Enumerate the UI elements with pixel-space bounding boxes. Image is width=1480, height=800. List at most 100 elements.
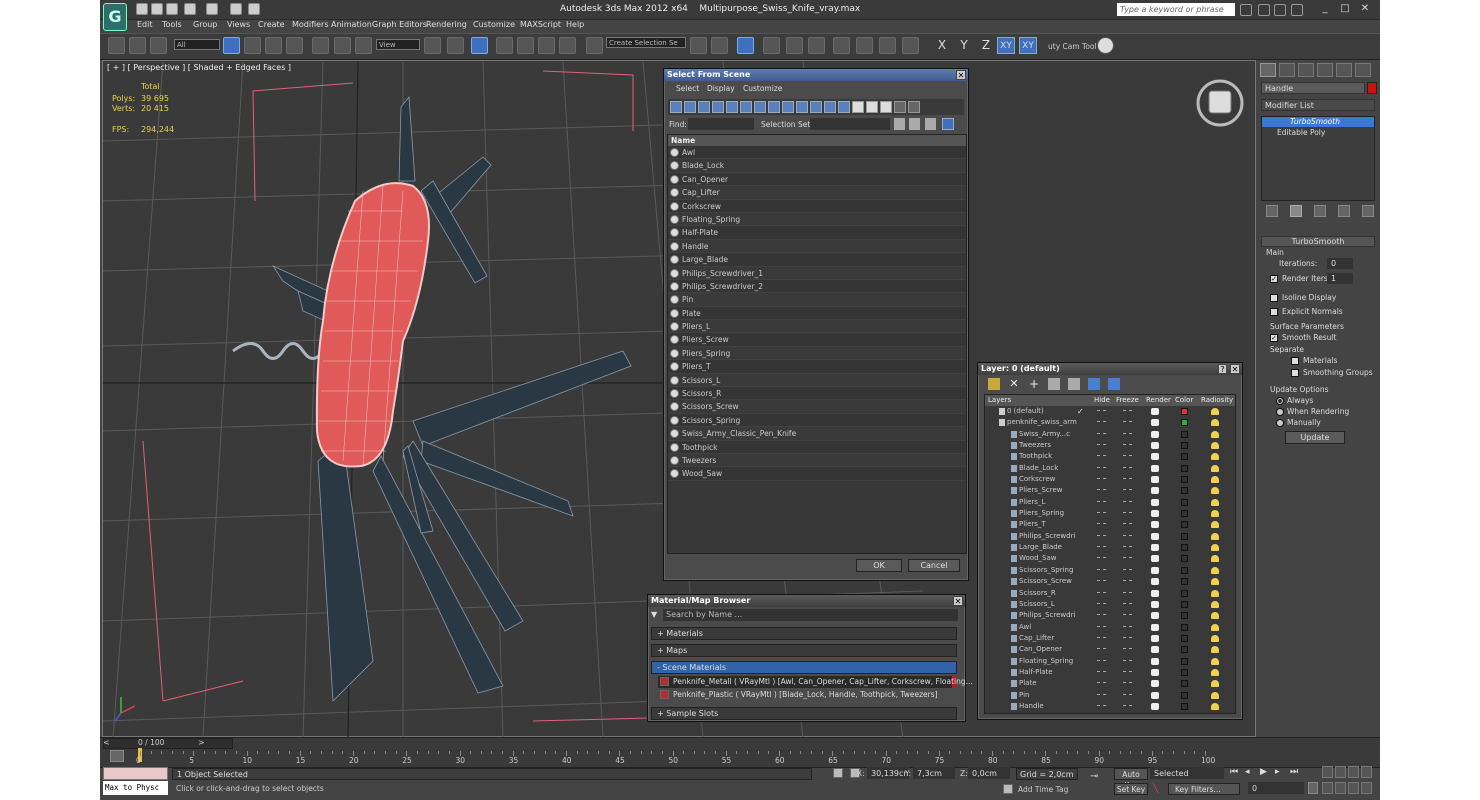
freeze-toggle[interactable] bbox=[1123, 421, 1132, 423]
save-icon[interactable] bbox=[166, 3, 178, 15]
layer-object-row[interactable]: Corkscrew bbox=[985, 474, 1235, 485]
scale-icon[interactable] bbox=[355, 37, 372, 54]
menu-tools[interactable]: Tools bbox=[162, 20, 182, 29]
open-icon[interactable] bbox=[151, 3, 163, 15]
unlink-icon[interactable] bbox=[129, 37, 146, 54]
layer-object-row[interactable]: Can_Opener bbox=[985, 644, 1235, 655]
zoom-extents-all-icon[interactable] bbox=[1361, 766, 1372, 778]
col-freeze[interactable]: Freeze bbox=[1116, 395, 1139, 406]
render-toggle-icon[interactable] bbox=[1151, 487, 1159, 495]
layer-object-row[interactable]: Scissors_Spring bbox=[985, 565, 1235, 576]
add-time-tag[interactable]: Add Time Tag bbox=[1018, 785, 1068, 794]
layer-object-row[interactable]: Swiss_Army...c bbox=[985, 429, 1235, 440]
hide-toggle[interactable] bbox=[1097, 591, 1106, 593]
radiosity-bulb-icon[interactable] bbox=[1211, 668, 1219, 676]
freeze-toggle[interactable] bbox=[1123, 636, 1132, 638]
layer-object-row[interactable]: Tweezers bbox=[985, 440, 1235, 451]
col-radiosity[interactable]: Radiosity bbox=[1201, 395, 1233, 406]
display-none-icon[interactable] bbox=[852, 101, 864, 113]
hide-toggle[interactable] bbox=[1097, 568, 1106, 570]
hide-toggle[interactable] bbox=[1097, 546, 1106, 548]
hide-toggle[interactable] bbox=[1097, 625, 1106, 627]
select-dependents-icon[interactable] bbox=[909, 118, 920, 130]
render-toggle-icon[interactable] bbox=[1151, 453, 1159, 461]
radiosity-bulb-icon[interactable] bbox=[1211, 578, 1219, 586]
pan-icon[interactable] bbox=[1335, 782, 1346, 794]
radiosity-bulb-icon[interactable] bbox=[1211, 408, 1219, 415]
key-icon[interactable]: ⊸ bbox=[1090, 771, 1108, 782]
turbosmooth-rollout-header[interactable]: TurboSmooth bbox=[1261, 236, 1375, 247]
display-helpers-icon[interactable] bbox=[726, 101, 738, 113]
hide-toggle[interactable] bbox=[1097, 693, 1106, 695]
create-tab-icon[interactable] bbox=[1260, 63, 1276, 77]
layer-manager-icon[interactable] bbox=[737, 37, 754, 54]
time-slider-track[interactable] bbox=[103, 738, 233, 749]
hold-icon[interactable] bbox=[230, 3, 242, 15]
configure-sets-icon[interactable] bbox=[1362, 205, 1374, 217]
color-swatch[interactable] bbox=[1181, 544, 1188, 552]
display-groups-icon[interactable] bbox=[754, 101, 766, 113]
color-swatch[interactable] bbox=[1181, 555, 1188, 563]
freeze-toggle[interactable] bbox=[1123, 693, 1132, 695]
hide-toggle[interactable] bbox=[1097, 557, 1106, 559]
utilities-tab-icon[interactable] bbox=[1355, 63, 1371, 77]
ok-button[interactable]: OK bbox=[856, 559, 902, 572]
rendered-frame-icon[interactable] bbox=[879, 37, 896, 54]
col-color[interactable]: Color bbox=[1175, 395, 1193, 406]
stack-item-editable-poly[interactable]: Editable Poly bbox=[1266, 128, 1325, 137]
hide-toggle[interactable] bbox=[1097, 704, 1106, 706]
redo-icon[interactable] bbox=[206, 3, 218, 15]
layer-row[interactable]: penknife_swiss_arm bbox=[985, 417, 1235, 428]
scene-object-row[interactable]: Tweezers bbox=[668, 453, 966, 468]
make-unique-icon[interactable] bbox=[1314, 205, 1326, 217]
render-toggle-icon[interactable] bbox=[1151, 464, 1159, 472]
delete-layer-icon[interactable]: ✕ bbox=[1008, 378, 1020, 390]
color-swatch[interactable] bbox=[1181, 419, 1188, 427]
radiosity-bulb-icon[interactable] bbox=[1211, 532, 1219, 540]
layer-object-row[interactable]: Handle bbox=[985, 701, 1235, 712]
keyboard-shortcut-icon[interactable] bbox=[471, 37, 488, 54]
maxscript-mini-listener[interactable]: Max to Physc bbox=[103, 781, 168, 795]
viewport-label[interactable]: [ + ] [ Perspective ] [ Shaded + Edged F… bbox=[107, 63, 291, 72]
material-row-metall[interactable]: Penknife_Metall ( VRayMtl ) [Awl, Can_Op… bbox=[658, 676, 973, 688]
pin-stack-icon[interactable] bbox=[1266, 205, 1278, 217]
scene-object-row[interactable]: Pliers_Screw bbox=[668, 333, 966, 347]
hide-toggle[interactable] bbox=[1097, 421, 1106, 423]
mirror-icon[interactable] bbox=[690, 37, 707, 54]
render-iters-checkbox[interactable]: ✓ bbox=[1270, 275, 1278, 283]
star-icon[interactable] bbox=[1274, 4, 1286, 16]
freeze-toggle[interactable] bbox=[1123, 659, 1132, 661]
color-swatch[interactable] bbox=[1181, 453, 1188, 461]
radiosity-bulb-icon[interactable] bbox=[1211, 464, 1219, 472]
display-lights-icon[interactable] bbox=[698, 101, 710, 113]
radiosity-bulb-icon[interactable] bbox=[1211, 702, 1219, 710]
render-toggle-icon[interactable] bbox=[1151, 408, 1159, 415]
radiosity-bulb-icon[interactable] bbox=[1211, 487, 1219, 495]
scene-object-row[interactable]: Plate bbox=[668, 306, 966, 321]
radiosity-bulb-icon[interactable] bbox=[1211, 634, 1219, 642]
app-logo-icon[interactable]: G bbox=[103, 3, 127, 31]
hide-toggle[interactable] bbox=[1097, 636, 1106, 638]
color-swatch[interactable] bbox=[1181, 464, 1188, 472]
layer-object-row[interactable]: Pliers_L bbox=[985, 497, 1235, 508]
menu-display[interactable]: Display bbox=[707, 84, 735, 93]
key-mode-dropdown[interactable]: Selected bbox=[1150, 767, 1224, 779]
col-hide[interactable]: Hide bbox=[1094, 395, 1110, 406]
display-spacewarps-icon[interactable] bbox=[740, 101, 752, 113]
radiosity-bulb-icon[interactable] bbox=[1211, 680, 1219, 688]
display-frozen-icon[interactable] bbox=[810, 101, 822, 113]
menu-customize[interactable]: Customize bbox=[743, 84, 782, 93]
color-swatch[interactable] bbox=[1181, 408, 1188, 415]
radiosity-bulb-icon[interactable] bbox=[1211, 544, 1219, 552]
angle-snap-icon[interactable] bbox=[517, 37, 534, 54]
go-end-icon[interactable]: ⏭ bbox=[1290, 767, 1302, 779]
menu-edit[interactable]: Edit bbox=[137, 20, 153, 29]
frame-counter[interactable]: 0 / 100 bbox=[138, 738, 164, 747]
smoothing-groups-checkbox[interactable] bbox=[1291, 369, 1299, 377]
sync-selection-icon[interactable] bbox=[942, 118, 954, 130]
browser-options-icon[interactable]: ▼ bbox=[651, 610, 661, 620]
section-scene-materials[interactable]: - Scene Materials bbox=[651, 661, 957, 674]
manually-radio[interactable] bbox=[1276, 419, 1284, 427]
display-bones-icon[interactable] bbox=[782, 101, 794, 113]
render-iters-spinner[interactable]: 1 bbox=[1327, 273, 1353, 284]
